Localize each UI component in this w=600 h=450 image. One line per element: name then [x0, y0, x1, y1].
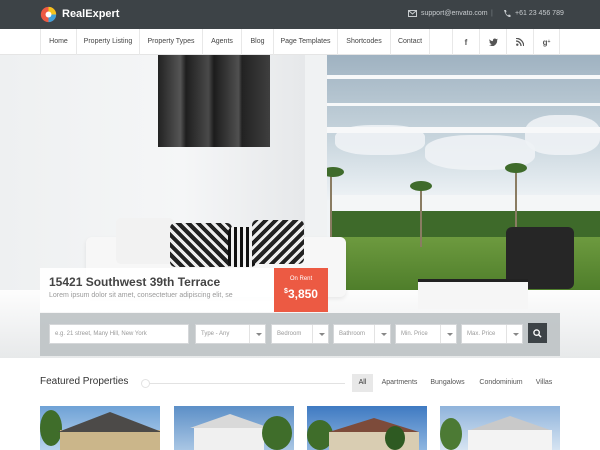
thumb-house: [60, 430, 160, 450]
chevron-down-icon: [312, 325, 328, 343]
nav-item-page-templates[interactable]: Page Templates: [273, 29, 337, 55]
property-thumbnail[interactable]: [174, 406, 294, 450]
window-frame: [305, 103, 600, 106]
max-price-select-value: Max. Price: [467, 331, 496, 337]
contact-separator: |: [491, 10, 493, 17]
phone-icon: [504, 10, 511, 18]
nav-item-shortcodes[interactable]: Shortcodes: [337, 29, 390, 55]
thumb-tree: [440, 418, 462, 450]
palm-trunk: [420, 187, 422, 247]
thumb-roof: [58, 412, 160, 432]
wall-artwork: [158, 55, 270, 147]
sofa-pillow: [252, 220, 304, 264]
thumb-roof: [329, 418, 419, 432]
nav-item-blog[interactable]: Blog: [241, 29, 273, 55]
thumb-tree: [262, 416, 292, 450]
main-nav: Home Property Listing Property Types Age…: [0, 29, 600, 55]
contact-email[interactable]: support@envato.com: [421, 10, 488, 17]
twitter-icon[interactable]: [479, 29, 506, 55]
property-title[interactable]: 15421 Southwest 39th Terrace: [49, 275, 220, 289]
filter-bungalows[interactable]: Bungalows: [425, 374, 470, 392]
filter-apartments[interactable]: Apartments: [377, 374, 422, 392]
sofa-pillow: [116, 218, 174, 264]
price-value: 3,850: [287, 287, 318, 301]
chevron-down-icon: [374, 325, 390, 343]
thumb-tree: [385, 426, 405, 450]
search-icon: [533, 328, 542, 338]
min-price-select-value: Min. Price: [401, 331, 428, 337]
nav-item-agents[interactable]: Agents: [202, 29, 241, 55]
property-card[interactable]: 15421 Southwest 39th Terrace Lorem ipsum…: [40, 268, 275, 312]
section-divider: [145, 383, 345, 384]
property-thumbnail[interactable]: [307, 406, 427, 450]
window-frame: [305, 75, 600, 79]
filter-condominium[interactable]: Condominium: [474, 374, 528, 392]
location-input[interactable]: e.g. 21 street, Many Hill, New York: [49, 324, 189, 344]
logo-icon[interactable]: [40, 6, 57, 23]
rent-status: On Rent: [289, 276, 313, 282]
filter-all[interactable]: All: [352, 374, 373, 392]
property-thumbnail[interactable]: [40, 406, 160, 450]
window-frame: [305, 127, 600, 133]
thumb-roof: [470, 416, 550, 430]
type-select-value: Type - Any: [201, 331, 230, 337]
nav-item-contact[interactable]: Contact: [390, 29, 430, 55]
search-bar: e.g. 21 street, Many Hill, New York Type…: [40, 313, 560, 356]
bedroom-select-value: Bedroom: [277, 331, 302, 337]
google-plus-icon[interactable]: g +: [533, 29, 560, 55]
property-description: Lorem ipsum dolor sit amet, consectetuer…: [49, 292, 233, 299]
price-badge: On Rent $3,850: [274, 268, 328, 312]
thumb-house: [194, 428, 264, 450]
cloud: [525, 115, 600, 155]
chevron-down-icon: [440, 325, 456, 343]
divider-dot: [141, 379, 150, 388]
chevron-down-icon: [506, 325, 522, 343]
bathroom-select[interactable]: Bathroom: [333, 324, 391, 344]
rss-icon[interactable]: [506, 29, 533, 55]
thumb-house: [329, 432, 419, 450]
nav-item-property-types[interactable]: Property Types: [139, 29, 202, 55]
nav-item-home[interactable]: Home: [40, 29, 76, 55]
sofa-pillow: [170, 223, 232, 267]
palm-leaves: [410, 181, 432, 191]
palm-trunk: [330, 175, 332, 245]
chevron-down-icon: [249, 325, 265, 343]
property-price: $3,850: [274, 287, 328, 301]
coffee-table: [418, 279, 528, 309]
max-price-select[interactable]: Max. Price: [461, 324, 523, 344]
property-thumbnail[interactable]: [440, 406, 560, 450]
envelope-icon: [408, 10, 417, 17]
nav-item-property-listing[interactable]: Property Listing: [76, 29, 139, 55]
featured-title: Featured Properties: [40, 376, 129, 387]
top-bar: RealExpert support@envato.com | +61 23 4…: [0, 0, 600, 29]
type-select[interactable]: Type - Any: [195, 324, 266, 344]
brand-name[interactable]: RealExpert: [62, 8, 119, 20]
thumb-roof: [190, 414, 270, 428]
facebook-icon[interactable]: f: [452, 29, 479, 55]
search-button[interactable]: [528, 323, 547, 343]
filter-villas[interactable]: Villas: [530, 374, 558, 392]
palm-leaves: [505, 163, 527, 173]
contact-phone[interactable]: +61 23 456 789: [515, 10, 564, 17]
bedroom-select[interactable]: Bedroom: [271, 324, 329, 344]
thumb-house: [468, 430, 552, 450]
min-price-select[interactable]: Min. Price: [395, 324, 457, 344]
bathroom-select-value: Bathroom: [339, 331, 366, 337]
